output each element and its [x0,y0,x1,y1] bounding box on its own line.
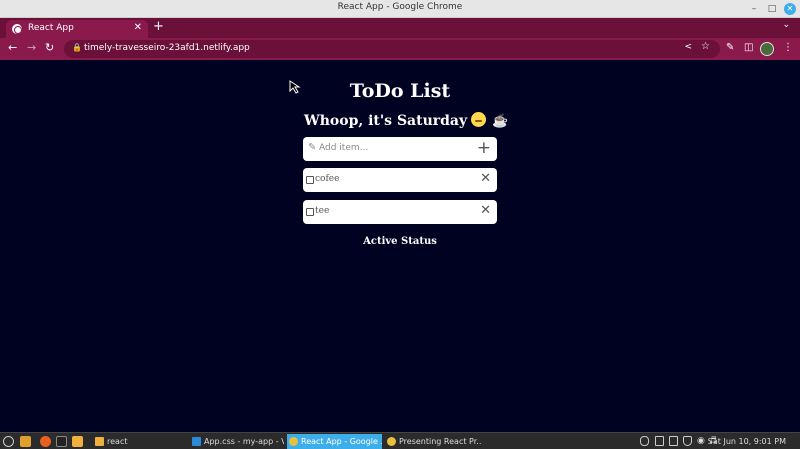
day-message: Whoop, it's Saturday ☕ [304,112,508,129]
clock[interactable]: Sat Jun 10, 9:01 PM [708,433,786,449]
browser-toolbar: ← → ↻ 🔒 timely-travesseiro-23afd1.netlif… [0,38,800,60]
task-label: App.css - my-app - V... [204,437,284,446]
tab-label: React App [28,23,74,33]
extensions-icon[interactable]: ✎ [726,42,734,53]
task-label: Presenting React Pr... [399,437,481,446]
wifi-icon[interactable]: ◉ [697,436,706,446]
close-tab-icon[interactable]: ✕ [134,22,142,33]
clipboard-icon[interactable] [655,436,664,446]
share-icon[interactable]: < [684,42,692,52]
delete-item-icon[interactable]: ✕ [480,171,491,186]
address-bar[interactable]: 🔒 timely-travesseiro-23afd1.netlify.app … [64,40,720,58]
menu-dots-icon[interactable]: ⋮ [783,42,793,53]
pencil-icon: ✎ [308,142,317,153]
task-label: React App - Google ... [301,437,382,446]
vscode-icon [192,437,201,446]
new-tab-icon[interactable]: + [153,19,164,34]
profile-avatar[interactable] [760,42,774,56]
smirk-emoji-icon [471,112,487,127]
lock-icon[interactable]: 🔒 [72,43,82,52]
todo-text: tee [315,206,330,216]
shield-icon[interactable] [683,436,692,446]
add-item-row: ✎ Add item... + [303,137,497,161]
update-icon[interactable] [669,436,678,446]
task-label: react [107,437,128,446]
active-status: Active Status [363,236,437,247]
taskbar: react App.css - my-app - V... React App … [0,432,800,449]
task-chrome-presenting[interactable]: Presenting React Pr... [385,434,481,449]
chrome-icon [387,437,396,446]
coffee-emoji-icon: ☕ [492,114,509,129]
maximize-icon[interactable]: □ [766,3,778,15]
day-message-text: Whoop, it's Saturday [304,113,468,129]
add-item-input[interactable]: Add item... [319,143,368,153]
folder-icon[interactable] [72,436,83,447]
chrome-icon [289,437,298,446]
reload-icon[interactable]: ↻ [45,41,54,54]
globe-icon [12,24,22,34]
files-icon[interactable] [20,436,31,447]
url-text[interactable]: timely-travesseiro-23afd1.netlify.app [84,43,250,53]
task-chrome-react-app[interactable]: React App - Google ... [287,434,382,449]
window-titlebar: React App - Google Chrome – □ ✕ [0,0,800,18]
todo-text: cofee [315,174,340,184]
todo-checkbox[interactable] [306,176,314,184]
todo-item: tee ✕ [303,200,497,224]
close-window-icon[interactable]: ✕ [784,3,796,15]
firefox-icon[interactable] [40,436,51,447]
task-react[interactable]: react [93,434,183,449]
delete-item-icon[interactable]: ✕ [480,203,491,218]
bluetooth-icon[interactable] [640,436,649,446]
chevron-down-icon[interactable]: ⌄ [782,20,790,30]
folder-icon [95,437,104,446]
app-launcher-icon[interactable] [3,436,14,447]
window-title: React App - Google Chrome [337,2,463,12]
task-vscode[interactable]: App.css - my-app - V... [190,434,284,449]
add-item-button[interactable]: + [477,138,491,158]
side-panel-icon[interactable]: ◫ [744,42,753,53]
tab-react-app[interactable]: React App ✕ [6,20,148,38]
tab-strip: React App ✕ + ⌄ [0,18,800,38]
todo-item: cofee ✕ [303,168,497,192]
minimize-icon[interactable]: – [748,3,760,15]
terminal-icon[interactable] [56,436,67,447]
todo-checkbox[interactable] [306,208,314,216]
back-icon[interactable]: ← [8,41,17,54]
bookmark-star-icon[interactable]: ☆ [701,41,710,52]
forward-icon[interactable]: → [27,41,36,54]
app-title: ToDo List [349,80,451,102]
